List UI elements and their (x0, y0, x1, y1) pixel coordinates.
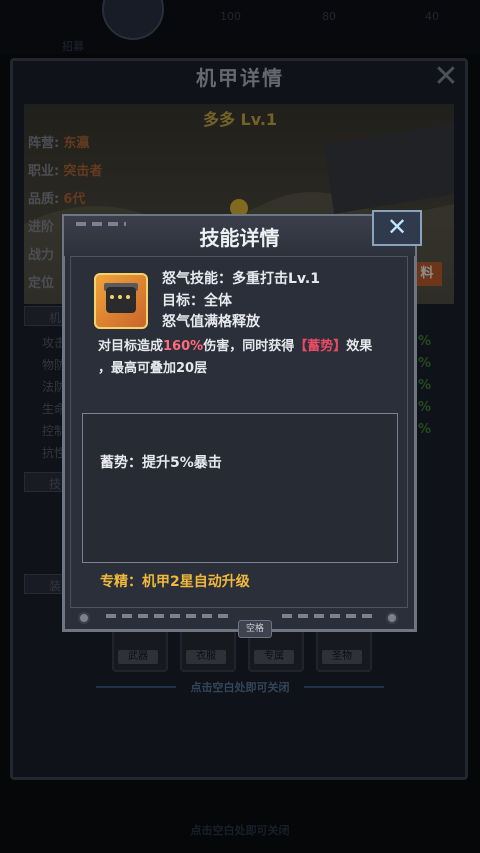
skill-description-line2: ，最高可叠加20层 (98, 361, 208, 376)
skill-icon (94, 273, 148, 329)
desc-suffix: 效果 (346, 339, 373, 354)
dialog-close-button[interactable]: ✕ (372, 210, 422, 246)
skill-release-condition: 怒气值满格释放 (162, 314, 260, 330)
buff-detail-box (82, 413, 398, 563)
screw-decoration (386, 612, 398, 624)
space-key-hint: 空格 (238, 620, 272, 638)
skill-description: 对目标造成160%伤害，同时获得【蓄势】效果 (98, 336, 403, 358)
skill-target: 目标：全体 (162, 293, 232, 309)
desc-prefix: 对目标造成 (98, 339, 164, 354)
dialog-title: 技能详情 (199, 226, 280, 250)
mastery-text: 专精：机甲2星自动升级 (100, 574, 250, 590)
desc-mid: 伤害，同时获得 (203, 339, 295, 354)
footer-stripe (106, 614, 230, 618)
footer-stripe (282, 614, 378, 618)
screw-decoration (78, 612, 90, 624)
desc-damage-pct: 160% (163, 339, 204, 354)
desc-buff-name: 【蓄势】 (294, 339, 347, 354)
buff-detail-text: 蓄势：提升5%暴击 (100, 455, 222, 471)
skill-name: 怒气技能：多重打击Lv.1 (162, 271, 320, 287)
